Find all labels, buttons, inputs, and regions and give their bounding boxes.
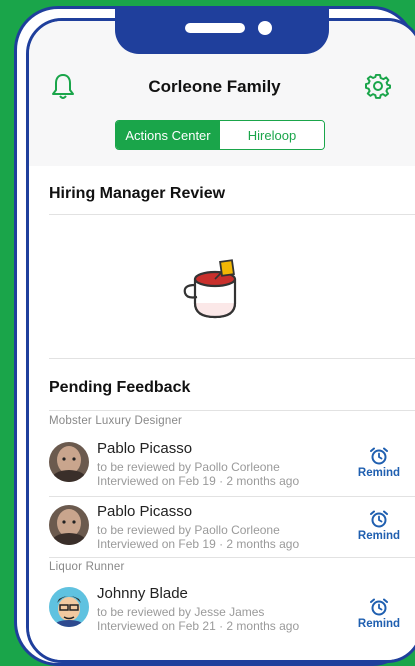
divider xyxy=(49,557,415,558)
alarm-clock-icon xyxy=(370,510,388,528)
divider xyxy=(49,410,415,411)
divider xyxy=(49,358,415,359)
tab-actions-center[interactable]: Actions Center xyxy=(116,121,220,149)
phone-frame: Corleone Family Actions Center Hireloop … xyxy=(14,6,415,666)
remind-button[interactable]: Remind xyxy=(354,446,404,486)
person-name: Pablo Picasso xyxy=(97,440,193,457)
avatar xyxy=(49,587,89,627)
section-title-review: Hiring Manager Review xyxy=(49,185,226,202)
remind-label: Remind xyxy=(357,530,401,542)
remind-button[interactable]: Remind xyxy=(354,597,404,637)
remind-label: Remind xyxy=(357,618,401,630)
avatar xyxy=(49,442,89,482)
list-item[interactable]: Johnny Blade to be reviewed by Jesse Jam… xyxy=(29,579,415,641)
divider xyxy=(49,214,415,215)
remind-label: Remind xyxy=(357,467,401,479)
page-title: Corleone Family xyxy=(148,77,281,96)
interview-date: Interviewed on Feb 21 · 2 months ago xyxy=(97,619,300,633)
speaker-grille xyxy=(185,23,245,33)
avatar xyxy=(49,505,89,545)
gear-icon[interactable] xyxy=(365,73,391,99)
tab-hireloop[interactable]: Hireloop xyxy=(220,121,324,149)
person-name: Pablo Picasso xyxy=(97,503,193,520)
section-title-pending: Pending Feedback xyxy=(49,379,191,396)
list-item[interactable]: Pablo Picasso to be reviewed by Paollo C… xyxy=(29,434,415,496)
interview-date: Interviewed on Feb 19 · 2 months ago xyxy=(97,537,300,551)
phone-notch xyxy=(115,6,329,54)
list-item[interactable]: Pablo Picasso to be reviewed by Paollo C… xyxy=(29,497,415,559)
phone-screen: Corleone Family Actions Center Hireloop … xyxy=(26,18,415,663)
group-header: Liquor Runner xyxy=(49,561,125,573)
segmented-control: Actions Center Hireloop xyxy=(115,120,325,150)
group-header: Mobster Luxury Designer xyxy=(49,415,183,427)
reviewer-text: to be reviewed by Paollo Corleone xyxy=(97,460,280,474)
remind-button[interactable]: Remind xyxy=(354,509,404,549)
coffee-cup-illustration xyxy=(183,259,237,319)
camera-dot xyxy=(258,21,272,35)
reviewer-text: to be reviewed by Jesse James xyxy=(97,605,265,619)
reviewer-text: to be reviewed by Paollo Corleone xyxy=(97,523,280,537)
person-name: Johnny Blade xyxy=(97,585,188,602)
alarm-clock-icon xyxy=(370,598,388,616)
alarm-clock-icon xyxy=(370,447,388,465)
interview-date: Interviewed on Feb 19 · 2 months ago xyxy=(97,474,300,488)
